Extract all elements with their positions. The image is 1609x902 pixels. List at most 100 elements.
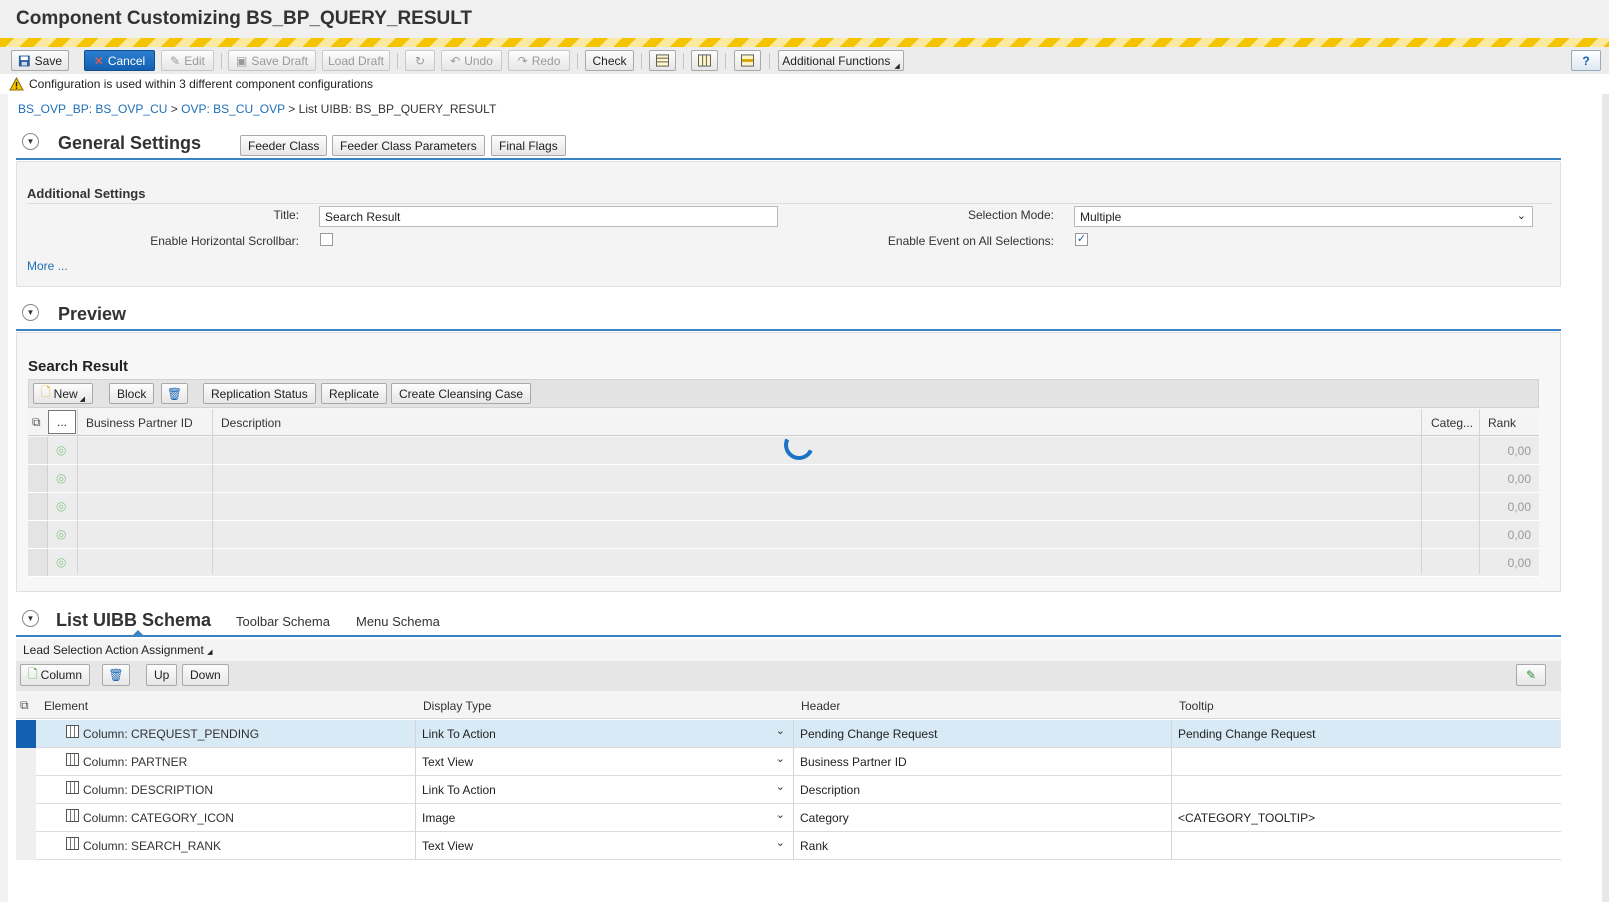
feeder-class-button[interactable]: Feeder Class [240,135,328,156]
row-selector[interactable] [28,465,48,492]
refresh-button[interactable]: ↻ [405,50,435,71]
tooltip-cell[interactable]: Pending Change Request [1171,720,1561,747]
row-selector[interactable] [16,776,36,804]
feeder-class-parameters-button[interactable]: Feeder Class Parameters [332,135,485,156]
tooltip-cell[interactable]: <CATEGORY_TOOLTIP> [1171,804,1561,831]
table-row[interactable]: ◎ 0,00 [28,549,1539,577]
save-draft-button[interactable]: ▣ Save Draft [228,50,316,71]
event-all-selections-checkbox[interactable]: ✓ [1075,233,1088,246]
collapse-preview-button[interactable]: ▼ [22,304,39,321]
create-cleansing-case-button[interactable]: Create Cleansing Case [391,383,532,404]
layout-rows-icon [656,54,669,67]
column-header-display-type[interactable]: Display Type [423,699,491,713]
layout-columns-button[interactable] [691,50,718,71]
layout-rows-button[interactable] [649,50,676,71]
row-selector[interactable] [28,437,48,464]
edit-mode-stripe [0,38,1609,47]
header-cell[interactable]: Category [793,804,1171,831]
toolbar-separator [577,53,578,69]
active-tab-indicator [132,630,144,636]
row-selector[interactable] [16,720,36,748]
column-header-rank[interactable]: Rank [1488,416,1516,430]
additional-functions-button[interactable]: Additional Functions ◢ [778,50,904,71]
check-button[interactable]: Check [585,50,634,71]
undo-button[interactable]: ↶ Undo [441,50,502,71]
header-cell[interactable]: Business Partner ID [793,748,1171,775]
display-type-select[interactable]: Image ⌄ [415,804,793,831]
collapse-schema-button[interactable]: ▼ [22,610,39,627]
row-selector[interactable] [16,804,36,832]
row-selector[interactable] [28,549,48,576]
header-cell[interactable]: Rank [793,832,1171,859]
table-row[interactable]: ◎ 0,00 [28,493,1539,521]
hscroll-checkbox[interactable] [320,233,333,246]
redo-button[interactable]: ↷ Redo [508,50,570,71]
tab-toolbar-schema[interactable]: Toolbar Schema [236,614,330,629]
select-all-icon[interactable]: ⧉ [32,415,41,430]
delete-button[interactable]: 🗑 [161,383,188,404]
table-row[interactable]: Column: PARTNER Text View ⌄ Business Partne… [16,748,1561,776]
schema-title[interactable]: List UIBB Schema [56,610,211,631]
selection-mode-select[interactable]: Multiple ⌄ [1074,206,1533,227]
move-down-button[interactable]: Down [182,664,229,686]
layout-panel-icon [741,54,754,67]
column-divider [1479,409,1480,574]
save-button[interactable]: Save [11,50,69,71]
delete-column-button[interactable]: 🗑 [102,664,130,686]
column-header-header[interactable]: Header [801,699,840,713]
display-type-select[interactable]: Link To Action ⌄ [415,776,793,803]
vertical-scrollbar[interactable] [1602,94,1609,902]
breadcrumb-item-ovp-bp[interactable]: BS_OVP_BP: BS_OVP_CU [18,102,167,116]
preview-header: ▼ Preview [16,297,1561,331]
header-cell[interactable]: Description [793,776,1171,803]
breadcrumb-item-ovp[interactable]: OVP: BS_CU_OVP [181,102,285,116]
column-header-description[interactable]: Description [221,416,281,430]
table-row[interactable]: ◎ 0,00 [28,521,1539,549]
move-up-button[interactable]: Up [146,664,178,686]
personalize-button[interactable]: ✎ [1516,664,1546,686]
table-row[interactable]: Column: CREQUEST_PENDING Link To Action ⌄ P… [16,720,1561,748]
header-cell[interactable]: Pending Change Request [793,720,1171,747]
save-draft-icon: ▣ [235,53,248,68]
table-row[interactable]: Column: DESCRIPTION Link To Action ⌄ Descri… [16,776,1561,804]
select-all-icon[interactable]: ⧉ [20,698,29,713]
tooltip-cell[interactable] [1171,832,1561,859]
table-row[interactable]: Column: CATEGORY_ICON Image ⌄ Category <CATE… [16,804,1561,832]
row-selector[interactable] [16,748,36,776]
edit-button[interactable]: ✎ Edit [161,50,214,71]
final-flags-button[interactable]: Final Flags [491,135,566,156]
column-header-element[interactable]: Element [44,699,88,713]
collapse-general-settings-button[interactable]: ▼ [22,133,39,150]
display-type-select[interactable]: Text View ⌄ [415,748,793,775]
add-column-button[interactable]: 🗋 Column [20,664,91,686]
chevron-down-icon: ⌄ [1516,210,1526,222]
new-button[interactable]: 🗋 New ◢ [33,383,94,404]
column-header-tooltip[interactable]: Tooltip [1179,699,1214,713]
block-button[interactable]: Block [109,383,155,404]
help-button[interactable]: ? [1571,50,1601,71]
row-selector[interactable] [16,832,36,860]
column-selector-button[interactable]: ... [48,410,76,434]
table-row[interactable]: ◎ 0,00 [28,465,1539,493]
add-document-icon: 🗋 [28,666,38,681]
tooltip-cell[interactable] [1171,748,1561,775]
lead-selection-action-assignment[interactable]: Lead Selection Action Assignment ◢ [23,643,213,657]
more-link[interactable]: More ... [27,259,68,273]
column-header-category[interactable]: Categ... [1431,416,1473,430]
replicate-button[interactable]: Replicate [321,383,388,404]
load-draft-button[interactable]: Load Draft [322,50,390,71]
tab-menu-schema[interactable]: Menu Schema [356,614,440,629]
table-column-icon [66,837,79,850]
add-column-label: Column [40,668,83,682]
column-header-bp-id[interactable]: Business Partner ID [86,416,193,430]
table-row[interactable]: Column: SEARCH_RANK Text View ⌄ Rank [16,832,1561,860]
display-type-select[interactable]: Text View ⌄ [415,832,793,859]
tooltip-cell[interactable] [1171,776,1561,803]
row-selector[interactable] [28,493,48,520]
replication-status-button[interactable]: Replication Status [203,383,316,404]
display-type-select[interactable]: Link To Action ⌄ [415,720,793,747]
row-selector[interactable] [28,521,48,548]
layout-panel-button[interactable] [734,50,761,71]
title-input[interactable]: Search Result [319,206,778,227]
cancel-button[interactable]: ✕ Cancel [84,50,155,71]
